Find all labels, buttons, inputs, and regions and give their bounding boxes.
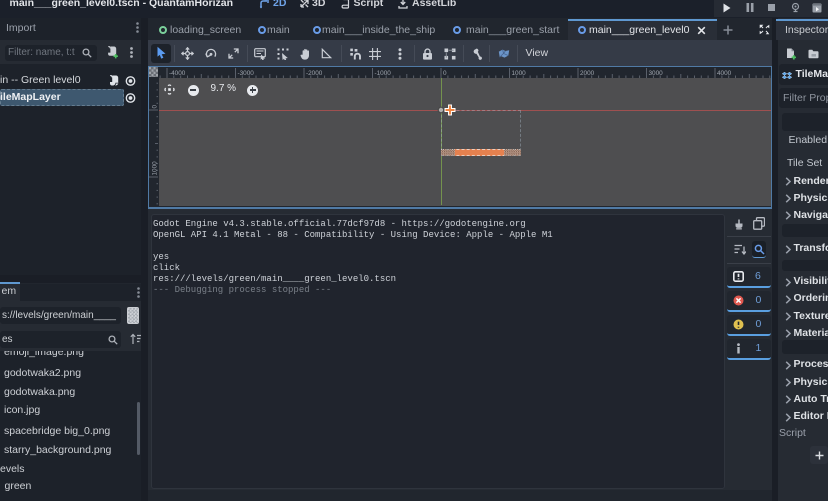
svg-text:0: 0 [152,104,159,108]
svg-text:4000: 4000 [717,70,732,77]
svg-text:-2000: -2000 [306,70,323,77]
svg-text:-1000: -1000 [375,70,392,77]
svg-text:1000: 1000 [152,160,159,175]
svg-text:2000: 2000 [580,70,595,77]
svg-text:-4000: -4000 [169,70,186,77]
svg-text:0: 0 [443,70,447,77]
svg-text:1000: 1000 [512,70,527,77]
svg-text:3000: 3000 [649,70,664,77]
svg-text:-3000: -3000 [238,70,255,77]
